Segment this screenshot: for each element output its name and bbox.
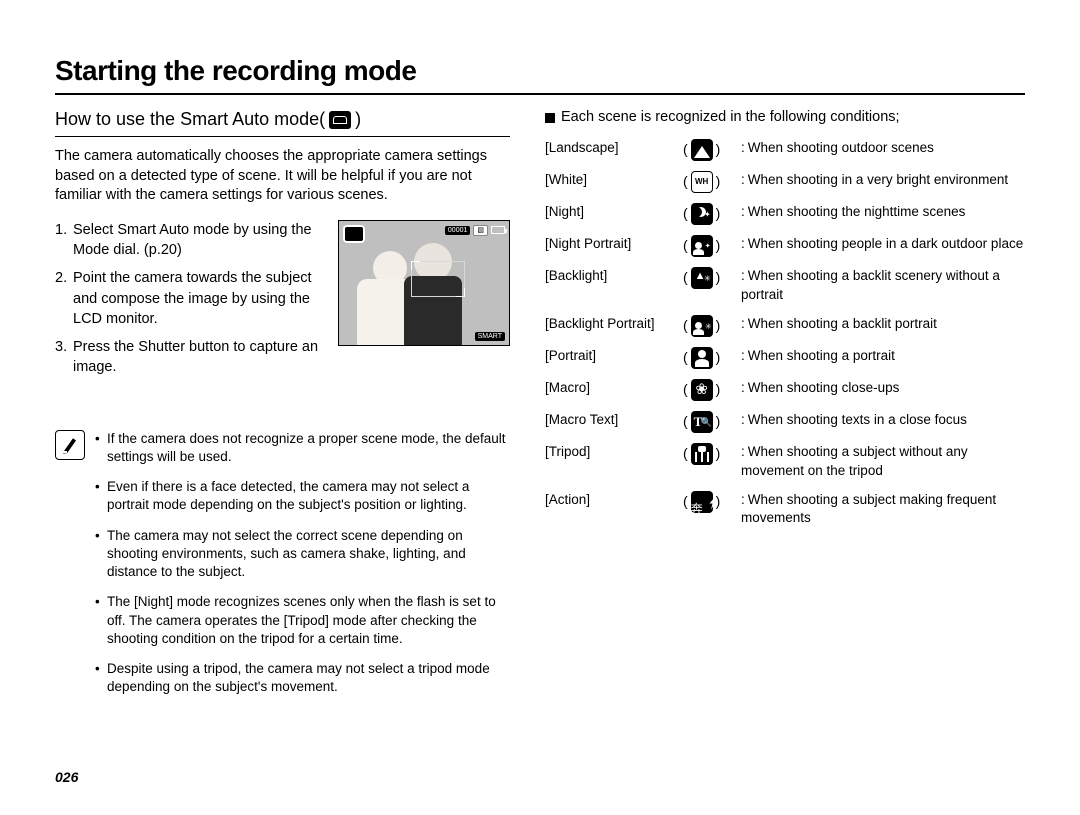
conditions-heading: Each scene is recognized in the followin…: [545, 109, 1025, 125]
white-icon: WH: [691, 171, 713, 193]
tripod-icon: [691, 443, 713, 465]
left-column: How to use the Smart Auto mode( ) The ca…: [55, 109, 510, 708]
osd-card-icon: ▧: [473, 225, 488, 236]
note-item: If the camera does not recognize a prope…: [95, 430, 510, 466]
right-column: Each scene is recognized in the followin…: [545, 109, 1025, 708]
osd-counter: 00001: [445, 226, 470, 235]
scene-label: [Portrait]: [545, 347, 683, 366]
steps-list: Select Smart Auto mode by using the Mode…: [55, 220, 326, 378]
note-icon: [55, 430, 85, 460]
scene-label: [Night Portrait]: [545, 235, 683, 254]
square-bullet-icon: [545, 113, 555, 123]
macro-icon: [691, 379, 713, 401]
scene-row-landscape: [Landscape] ( ) :When shooting outdoor s…: [545, 139, 1025, 161]
scene-label: [Tripod]: [545, 443, 683, 462]
step-1: Select Smart Auto mode by using the Mode…: [55, 220, 326, 261]
scene-icon-wrap: ( ): [683, 347, 741, 369]
night-portrait-icon: ✦: [691, 235, 713, 257]
scene-row-backlight: [Backlight] ( ) :When shooting a backlit…: [545, 267, 1025, 305]
battery-icon: [491, 226, 505, 234]
scene-desc: :When shooting a portrait: [741, 347, 1025, 366]
scene-icon-wrap: ( ): [683, 379, 741, 401]
scene-icon-wrap: ( ): [683, 411, 741, 433]
conditions-heading-text: Each scene is recognized in the followin…: [561, 109, 900, 125]
backlight-icon: [691, 267, 713, 289]
scene-desc: :When shooting in a very bright environm…: [741, 171, 1025, 190]
portrait-icon: [691, 347, 713, 369]
osd-status-cluster: 00001 ▧: [445, 225, 505, 236]
scene-icon-wrap: ( ): [683, 203, 741, 225]
macro-text-icon: [691, 411, 713, 433]
note-item: The [Night] mode recognizes scenes only …: [95, 593, 510, 648]
title-rule: [55, 93, 1025, 95]
scene-icon-wrap: ( ✦ ): [683, 235, 741, 257]
scene-row-night: [Night] ( ) :When shooting the nighttime…: [545, 203, 1025, 225]
scene-label: [Action]: [545, 491, 683, 510]
scene-label: [Macro Text]: [545, 411, 683, 430]
scene-row-night-portrait: [Night Portrait] ( ✦ ) :When shooting pe…: [545, 235, 1025, 257]
page-number: 026: [55, 769, 78, 785]
scene-icon-wrap: ( ): [683, 443, 741, 465]
scene-label: [White]: [545, 171, 683, 190]
scene-row-macro: [Macro] ( ) :When shooting close-ups: [545, 379, 1025, 401]
scene-row-portrait: [Portrait] ( ) :When shooting a portrait: [545, 347, 1025, 369]
autofocus-frame-icon: [411, 261, 465, 297]
night-icon: [691, 203, 713, 225]
scene-row-tripod: [Tripod] ( ) :When shooting a subject wi…: [545, 443, 1025, 481]
scene-icon-wrap: ( ): [683, 267, 741, 289]
camera-lcd-preview: 00001 ▧ SMART: [338, 220, 510, 346]
scene-label: [Backlight]: [545, 267, 683, 286]
note-item: The camera may not select the correct sc…: [95, 527, 510, 582]
note-item: Despite using a tripod, the camera may n…: [95, 660, 510, 696]
scene-row-action: [Action] ( ) :When shooting a subject ma…: [545, 491, 1025, 529]
scene-desc: :When shooting outdoor scenes: [741, 139, 1025, 158]
backlight-portrait-icon: [691, 315, 713, 337]
scene-label: [Backlight Portrait]: [545, 315, 683, 334]
scene-desc: :When shooting a backlit scenery without…: [741, 267, 1025, 305]
scene-icon-wrap: ( ): [683, 315, 741, 337]
subheading: How to use the Smart Auto mode( ): [55, 109, 510, 137]
scene-desc: :When shooting a backlit portrait: [741, 315, 1025, 334]
scene-label: [Night]: [545, 203, 683, 222]
scene-desc: :When shooting close-ups: [741, 379, 1025, 398]
scene-conditions-table: [Landscape] ( ) :When shooting outdoor s…: [545, 139, 1025, 528]
smart-auto-mode-icon: [329, 111, 351, 129]
scene-label: [Landscape]: [545, 139, 683, 158]
subhead-text-suffix: ): [355, 109, 361, 130]
page-title: Starting the recording mode: [55, 55, 1025, 87]
intro-paragraph: The camera automatically chooses the app…: [55, 147, 510, 206]
step-2: Point the camera towards the subject and…: [55, 268, 326, 329]
scene-desc: :When shooting people in a dark outdoor …: [741, 235, 1025, 254]
notes-list: If the camera does not recognize a prope…: [95, 430, 510, 709]
scene-icon-wrap: ( ): [683, 491, 741, 513]
scene-desc: :When shooting a subject making frequent…: [741, 491, 1025, 529]
scene-desc: :When shooting a subject without any mov…: [741, 443, 1025, 481]
scene-row-backlight-portrait: [Backlight Portrait] ( ) :When shooting …: [545, 315, 1025, 337]
note-block: If the camera does not recognize a prope…: [55, 430, 510, 709]
action-icon: [691, 491, 713, 513]
scene-row-macro-text: [Macro Text] ( ) :When shooting texts in…: [545, 411, 1025, 433]
scene-row-white: [White] ( WH ) :When shooting in a very …: [545, 171, 1025, 193]
scene-desc: :When shooting the nighttime scenes: [741, 203, 1025, 222]
note-item: Even if there is a face detected, the ca…: [95, 478, 510, 514]
step-3: Press the Shutter button to capture an i…: [55, 337, 326, 378]
scene-desc: :When shooting texts in a close focus: [741, 411, 1025, 430]
scene-label: [Macro]: [545, 379, 683, 398]
osd-mode-icon: [343, 225, 365, 243]
scene-icon-wrap: ( WH ): [683, 171, 741, 193]
subhead-text-prefix: How to use the Smart Auto mode(: [55, 109, 325, 130]
scene-icon-wrap: ( ): [683, 139, 741, 161]
osd-smart-label: SMART: [475, 332, 505, 341]
landscape-icon: [691, 139, 713, 161]
